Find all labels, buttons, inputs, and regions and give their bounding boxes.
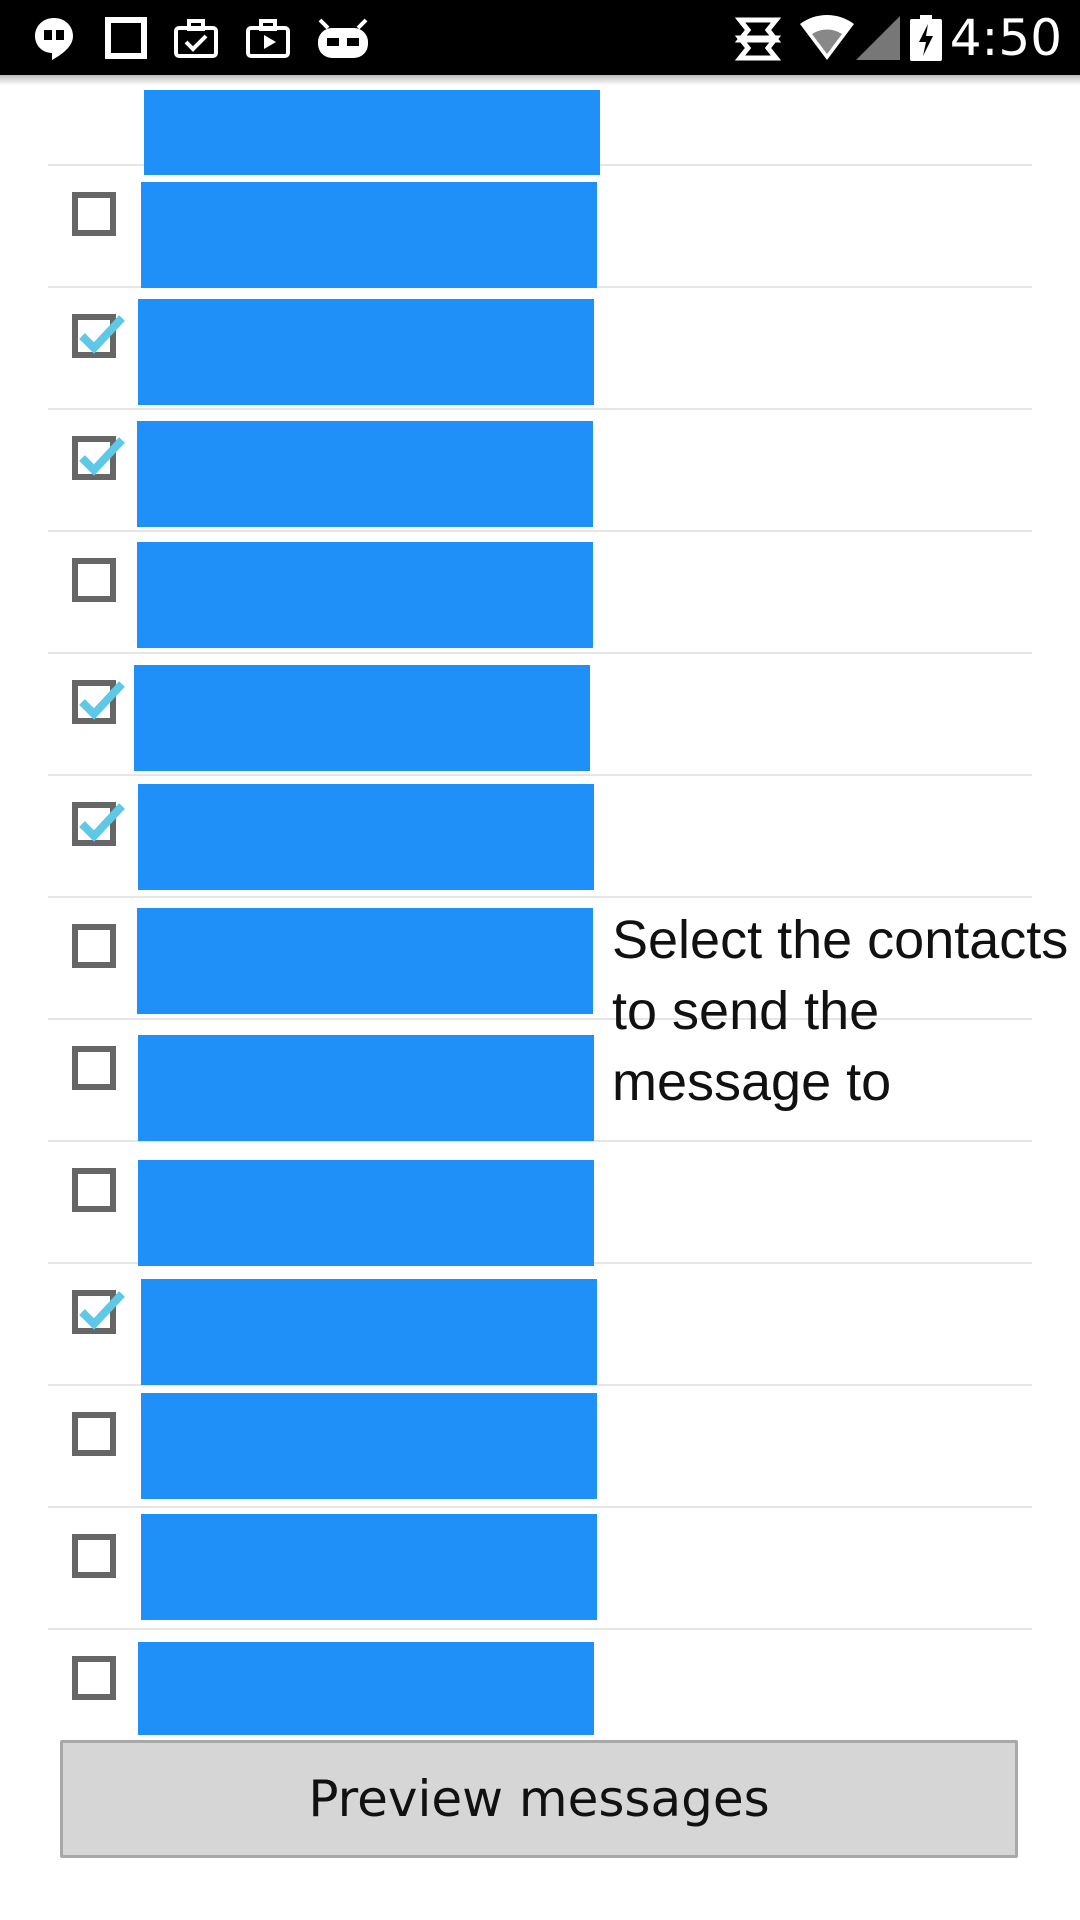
contact-name-block[interactable]: [138, 784, 594, 890]
contact-row[interactable]: [48, 532, 1032, 654]
hangouts-icon: [30, 14, 78, 62]
screen: 4:50 Select the contacts to send the mes…: [0, 0, 1080, 1920]
status-time: 4:50: [949, 9, 1062, 67]
contact-name-block[interactable]: [134, 665, 590, 771]
contact-name-block[interactable]: [141, 1514, 597, 1620]
checkbox-checked[interactable]: [72, 314, 125, 358]
briefcase-check-icon: [172, 14, 220, 62]
contact-row[interactable]: [48, 654, 1032, 776]
contact-row[interactable]: [48, 166, 1032, 288]
checkbox-unchecked[interactable]: [72, 192, 116, 236]
sync-icon: [734, 14, 782, 62]
briefcase-play-icon: [244, 14, 292, 62]
checkbox-unchecked[interactable]: [72, 1046, 116, 1090]
contact-name-block[interactable]: [138, 1642, 594, 1735]
checkbox-unchecked[interactable]: [72, 1656, 116, 1700]
contact-name-block[interactable]: [137, 421, 593, 527]
contact-row[interactable]: [48, 80, 1032, 175]
contact-row[interactable]: [48, 288, 1032, 410]
preview-messages-button[interactable]: Preview messages: [60, 1740, 1018, 1858]
square-icon: [102, 14, 150, 62]
contact-row[interactable]: [48, 1630, 1032, 1738]
contact-name-block[interactable]: [138, 299, 594, 405]
contact-name-block[interactable]: [138, 1035, 594, 1141]
checkbox-unchecked[interactable]: [72, 1534, 116, 1578]
contact-row[interactable]: [48, 1264, 1032, 1386]
checkbox-unchecked[interactable]: [72, 1168, 116, 1212]
contact-name-block[interactable]: [137, 908, 593, 1014]
select-contacts-prompt: Select the contacts to send the message …: [612, 910, 1069, 1112]
status-bar: 4:50: [0, 0, 1080, 85]
contact-name-block[interactable]: [141, 1279, 597, 1385]
contact-name-block[interactable]: [138, 1160, 594, 1266]
signal-icon: [854, 14, 902, 62]
contact-row[interactable]: [48, 1508, 1032, 1630]
checkbox-checked[interactable]: [72, 802, 125, 846]
checkbox-unchecked[interactable]: [72, 924, 116, 968]
contact-row[interactable]: [48, 776, 1032, 898]
wifi-icon: [798, 14, 856, 62]
checkbox-unchecked[interactable]: [72, 558, 116, 602]
contact-name-block[interactable]: [144, 90, 600, 175]
checkbox-checked[interactable]: [72, 436, 125, 480]
checkbox-checked[interactable]: [72, 1290, 125, 1334]
battery-charging-icon: [908, 14, 944, 62]
contact-row[interactable]: [48, 1386, 1032, 1508]
contact-row[interactable]: [48, 410, 1032, 532]
cyanogen-icon: [314, 14, 372, 62]
checkbox-checked[interactable]: [72, 680, 125, 724]
contact-row[interactable]: [48, 1142, 1032, 1266]
contact-name-block[interactable]: [141, 1393, 597, 1499]
contact-name-block[interactable]: [141, 182, 597, 288]
checkbox-unchecked[interactable]: [72, 1412, 116, 1456]
contact-name-block[interactable]: [137, 542, 593, 648]
